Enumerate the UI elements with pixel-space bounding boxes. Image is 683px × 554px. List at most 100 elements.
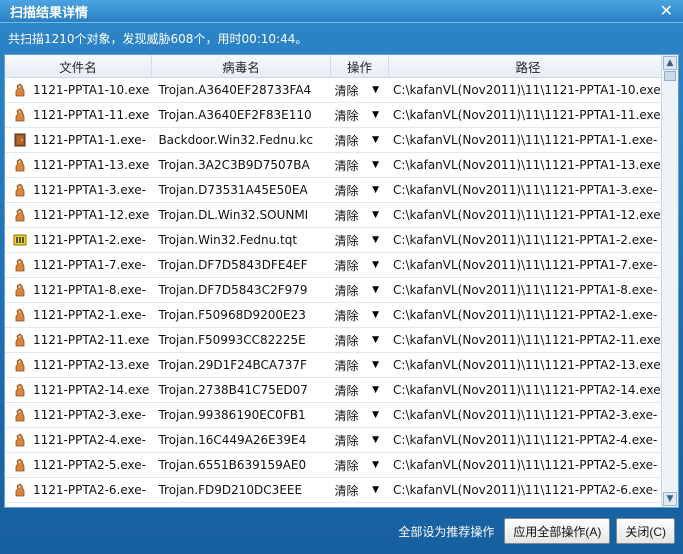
table-row[interactable]: 1121-PPTA1-10.exe- Trojan.A3640EF28733FA4… bbox=[5, 78, 661, 103]
dropdown-arrow-icon[interactable]: ▼ bbox=[372, 235, 379, 245]
table-row[interactable]: 1121-PPTA1-8.exe- Trojan.DF7D5843C2F979 清除… bbox=[5, 278, 661, 303]
backdoor-icon bbox=[13, 133, 27, 147]
dropdown-arrow-icon[interactable]: ▼ bbox=[372, 285, 379, 295]
vertical-scrollbar[interactable]: ▲ ▼ bbox=[661, 55, 678, 507]
cell-virus-name: Trojan.FD9D210DC3EEE bbox=[158, 483, 303, 497]
table-row[interactable]: 1121-PPTA2-6.exe- Trojan.FD9D210DC3EEE 清除 ▼… bbox=[5, 478, 661, 503]
dropdown-arrow-icon[interactable]: ▼ bbox=[372, 310, 379, 320]
action-dropdown[interactable]: 清除 ▼ bbox=[328, 332, 386, 349]
table-row[interactable]: 1121-PPTA2-14.exe- Trojan.2738B41C75ED07 清… bbox=[5, 378, 661, 403]
table-row[interactable]: 1121-PPTA1-11.exe- Trojan.A3640EF2F83E110… bbox=[5, 103, 661, 128]
action-dropdown[interactable]: 清除 ▼ bbox=[328, 207, 386, 224]
action-value: 清除 bbox=[334, 408, 359, 423]
table-row[interactable]: 1121-PPTA2-1.exe- Trojan.F50968D9200E23 清除… bbox=[5, 303, 661, 328]
cell-path: C:\kafanVL(Nov2011)\11\1121-PPTA2-1.exe- bbox=[393, 308, 658, 322]
close-icon[interactable]: ✕ bbox=[660, 3, 673, 19]
trojan-horse-icon bbox=[13, 433, 27, 447]
action-value: 清除 bbox=[334, 258, 359, 273]
table-row[interactable]: 1121-PPTA1-1.exe- Backdoor.Win32.Fednu.kc… bbox=[5, 128, 661, 153]
cell-path: C:\kafanVL(Nov2011)\11\1121-PPTA1-10.exe… bbox=[393, 83, 662, 97]
table-row[interactable]: 1121-PPTA2-4.exe- Trojan.16C449A26E39E4 清除… bbox=[5, 428, 661, 453]
close-button[interactable]: 关闭(C) bbox=[616, 518, 675, 544]
cell-virus-name: Trojan.A3640EF28733FA4 bbox=[158, 83, 312, 97]
cell-filename: 1121-PPTA2-6.exe- bbox=[5, 483, 150, 497]
dropdown-arrow-icon[interactable]: ▼ bbox=[372, 460, 379, 470]
dropdown-arrow-icon[interactable]: ▼ bbox=[372, 135, 379, 145]
scroll-down-arrow-icon[interactable]: ▼ bbox=[663, 492, 677, 506]
filename-text: 1121-PPTA2-5.exe- bbox=[33, 458, 146, 472]
cell-virus-name: Trojan.F50993CC82225E bbox=[158, 333, 306, 347]
table-row[interactable]: 1121-PPTA1-12.exe- Trojan.DL.Win32.SOUNMI… bbox=[5, 203, 661, 228]
action-dropdown[interactable]: 清除 ▼ bbox=[328, 407, 386, 424]
action-dropdown[interactable]: 清除 ▼ bbox=[328, 157, 386, 174]
header-virus-name[interactable]: 病毒名 bbox=[152, 55, 331, 77]
action-value: 清除 bbox=[334, 283, 359, 298]
dropdown-arrow-icon[interactable]: ▼ bbox=[372, 385, 379, 395]
window-title: 扫描结果详情 bbox=[10, 5, 89, 21]
dropdown-arrow-icon[interactable]: ▼ bbox=[372, 185, 379, 195]
filename-text: 1121-PPTA1-8.exe- bbox=[33, 283, 146, 297]
cell-filename: 1121-PPTA1-1.exe- bbox=[5, 133, 150, 147]
table-row[interactable]: 1121-PPTA1-7.exe- Trojan.DF7D5843DFE4EF 清除… bbox=[5, 253, 661, 278]
table-row[interactable]: 1121-PPTA2-13.exe- Trojan.29D1F24BCA737F 清… bbox=[5, 353, 661, 378]
dropdown-arrow-icon[interactable]: ▼ bbox=[372, 410, 379, 420]
apply-all-button[interactable]: 应用全部操作(A) bbox=[504, 518, 611, 544]
action-value: 清除 bbox=[334, 83, 359, 98]
header-action[interactable]: 操作 bbox=[331, 55, 389, 77]
trojan-horse-icon bbox=[13, 358, 27, 372]
dropdown-arrow-icon[interactable]: ▼ bbox=[372, 160, 379, 170]
scroll-thumb[interactable] bbox=[664, 71, 676, 81]
trojan-horse-icon bbox=[13, 258, 27, 272]
action-dropdown[interactable]: 清除 ▼ bbox=[328, 307, 386, 324]
table-row[interactable]: 1121-PPTA2-11.exe- Trojan.F50993CC82225E 清… bbox=[5, 328, 661, 353]
dropdown-arrow-icon[interactable]: ▼ bbox=[372, 210, 379, 220]
action-dropdown[interactable]: 清除 ▼ bbox=[328, 432, 386, 449]
action-dropdown[interactable]: 清除 ▼ bbox=[328, 457, 386, 474]
table-row[interactable]: 1121-PPTA1-2.exe- Trojan.Win32.Fednu.tqt 清… bbox=[5, 228, 661, 253]
scan-summary: 共扫描1210个对象，发现威胁608个，用时00:10:44。 bbox=[8, 32, 308, 46]
trojan-horse-icon bbox=[13, 183, 27, 197]
trojan-horse-icon bbox=[13, 108, 27, 122]
scroll-up-arrow-icon[interactable]: ▲ bbox=[663, 56, 677, 70]
table-row[interactable]: 1121-PPTA1-13.exe- Trojan.3A2C3B9D7507BA 清… bbox=[5, 153, 661, 178]
action-dropdown[interactable]: 清除 ▼ bbox=[328, 382, 386, 399]
action-dropdown[interactable]: 清除 ▼ bbox=[328, 107, 386, 124]
cell-path: C:\kafanVL(Nov2011)\11\1121-PPTA1-3.exe- bbox=[393, 183, 658, 197]
action-dropdown[interactable]: 清除 ▼ bbox=[328, 357, 386, 374]
dropdown-arrow-icon[interactable]: ▼ bbox=[372, 485, 379, 495]
dropdown-arrow-icon[interactable]: ▼ bbox=[372, 260, 379, 270]
dropdown-arrow-icon[interactable]: ▼ bbox=[372, 85, 379, 95]
header-path[interactable]: 路径 bbox=[389, 55, 668, 77]
set-recommended-link[interactable]: 全部设为推荐操作 bbox=[398, 523, 494, 540]
filename-text: 1121-PPTA1-1.exe- bbox=[33, 133, 146, 147]
table-row[interactable]: 1121-PPTA1-3.exe- Trojan.D73531A45E50EA 清除… bbox=[5, 178, 661, 203]
results-table: 文件名 病毒名 操作 路径 1121-PPTA1-10.exe- Trojan.A… bbox=[4, 54, 679, 508]
action-value: 清除 bbox=[334, 158, 359, 173]
trojan-horse-icon bbox=[13, 208, 27, 222]
action-value: 清除 bbox=[334, 233, 359, 248]
action-dropdown[interactable]: 清除 ▼ bbox=[328, 232, 386, 249]
dropdown-arrow-icon[interactable]: ▼ bbox=[372, 110, 379, 120]
trojan-horse-icon bbox=[13, 308, 27, 322]
cell-path: C:\kafanVL(Nov2011)\11\1121-PPTA2-4.exe- bbox=[393, 433, 658, 447]
cell-virus-name: Trojan.3A2C3B9D7507BA bbox=[158, 158, 310, 172]
action-value: 清除 bbox=[334, 383, 359, 398]
action-dropdown[interactable]: 清除 ▼ bbox=[328, 82, 386, 99]
table-row[interactable]: 1121-PPTA2-5.exe- Trojan.6551B639159AE0 清除… bbox=[5, 453, 661, 478]
action-dropdown[interactable]: 清除 ▼ bbox=[328, 282, 386, 299]
dropdown-arrow-icon[interactable]: ▼ bbox=[372, 360, 379, 370]
dropdown-arrow-icon[interactable]: ▼ bbox=[372, 335, 379, 345]
filename-text: 1121-PPTA1-2.exe- bbox=[33, 233, 146, 247]
action-dropdown[interactable]: 清除 ▼ bbox=[328, 257, 386, 274]
dropdown-arrow-icon[interactable]: ▼ bbox=[372, 435, 379, 445]
action-dropdown[interactable]: 清除 ▼ bbox=[328, 482, 386, 499]
cell-path: C:\kafanVL(Nov2011)\11\1121-PPTA1-2.exe- bbox=[393, 233, 658, 247]
action-dropdown[interactable]: 清除 ▼ bbox=[328, 132, 386, 149]
filename-text: 1121-PPTA2-3.exe- bbox=[33, 408, 146, 422]
action-dropdown[interactable]: 清除 ▼ bbox=[328, 182, 386, 199]
trojan-horse-icon bbox=[13, 333, 27, 347]
header-filename[interactable]: 文件名 bbox=[5, 55, 152, 77]
action-value: 清除 bbox=[334, 133, 359, 148]
table-row[interactable]: 1121-PPTA2-3.exe- Trojan.99386190EC0FB1 清除… bbox=[5, 403, 661, 428]
trojan-horse-icon bbox=[13, 83, 27, 97]
